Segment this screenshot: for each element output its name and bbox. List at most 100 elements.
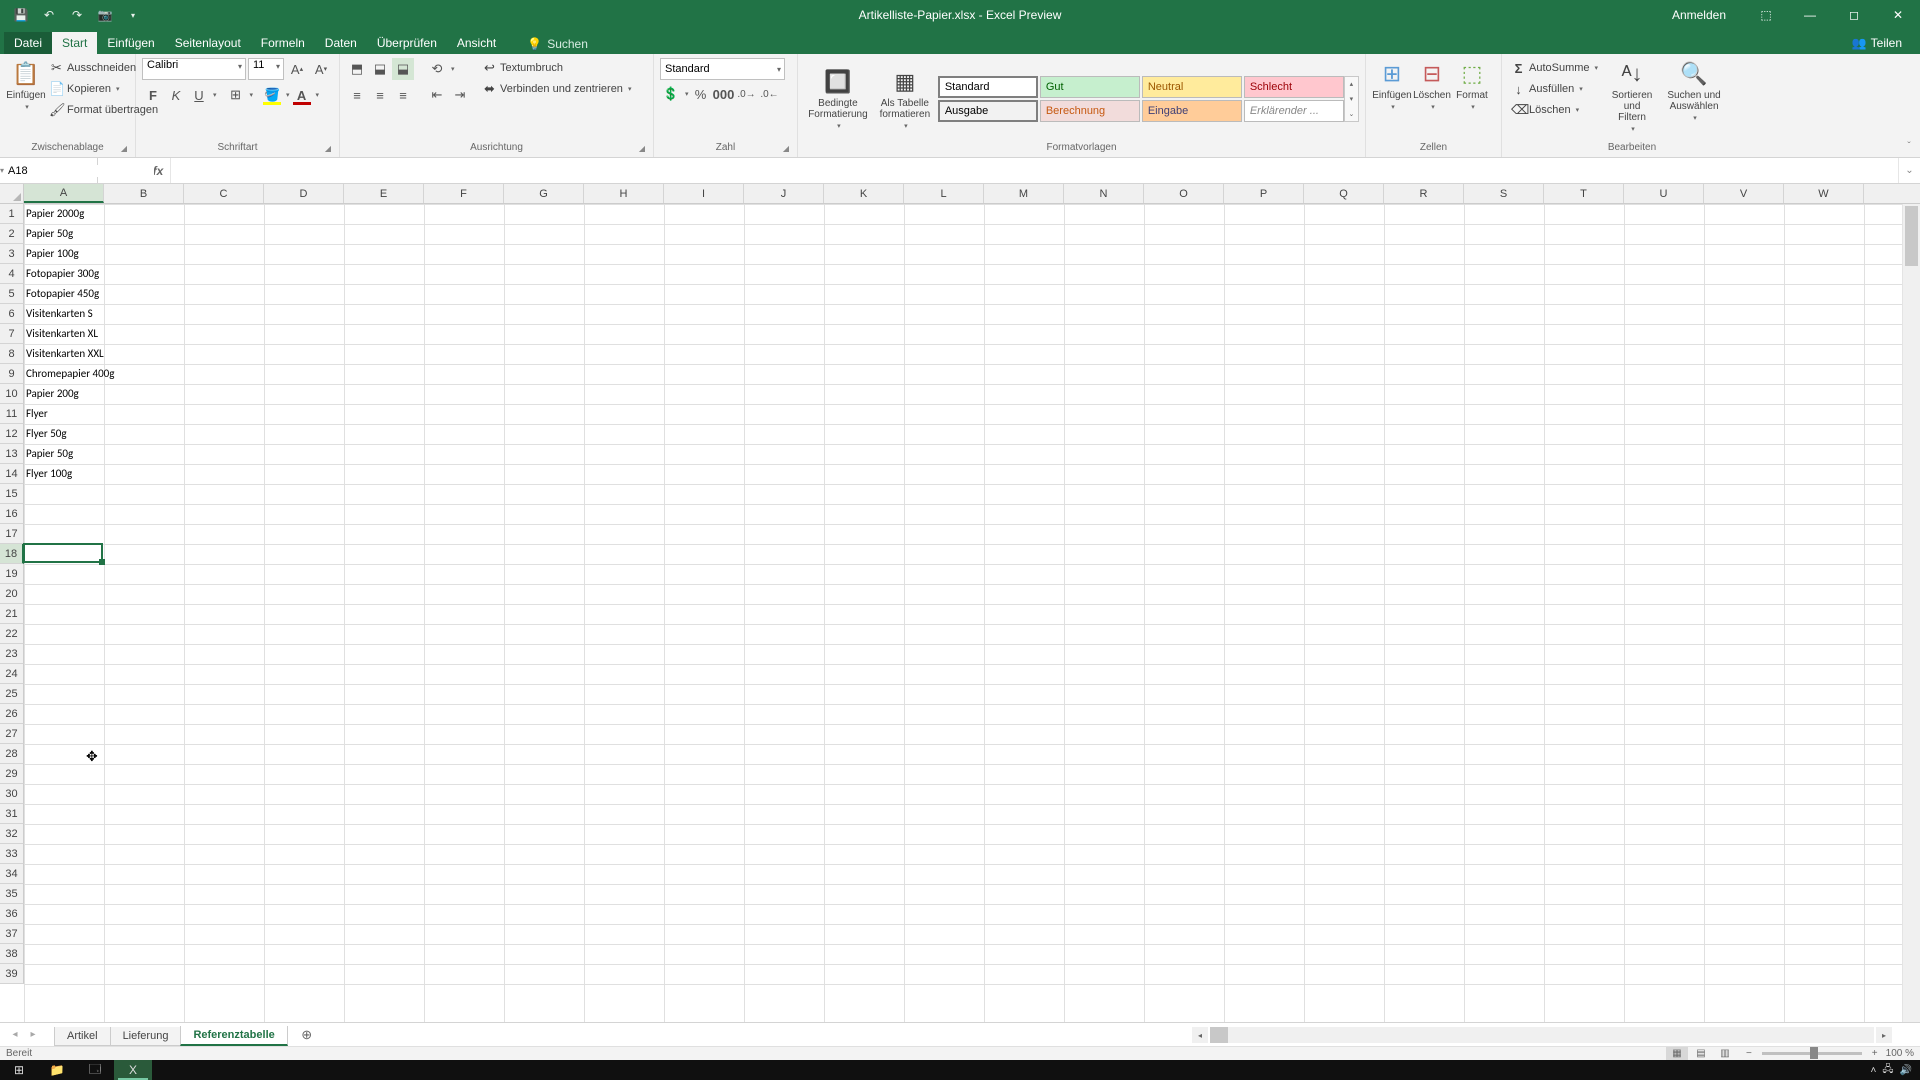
find-select-button[interactable]: 🔍Suchen und Auswählen▾ (1663, 58, 1725, 124)
row-header[interactable]: 3 (0, 244, 24, 264)
style-berechnung[interactable]: Berechnung (1040, 100, 1140, 122)
qat-dropdown-icon[interactable]: ▾ (122, 4, 144, 26)
scrollbar-thumb[interactable] (1905, 206, 1918, 266)
accounting-icon[interactable]: 💲 (660, 83, 682, 105)
row-header[interactable]: 24 (0, 664, 24, 684)
ribbon-display-icon[interactable]: ⬚ (1744, 0, 1788, 30)
align-right-icon[interactable]: ≡ (392, 84, 414, 106)
share-button[interactable]: 👥 Teilen (1842, 32, 1912, 54)
decrease-font-icon[interactable]: A▾ (310, 58, 332, 80)
fill-color-icon[interactable]: 🪣 (261, 84, 283, 106)
column-header[interactable]: C (184, 184, 264, 203)
row-header[interactable]: 2 (0, 224, 24, 244)
font-dialog-icon[interactable]: ◢ (325, 144, 331, 153)
merge-center-button[interactable]: ⬌Verbinden und zentrieren▾ (479, 79, 634, 99)
column-header[interactable]: Q (1304, 184, 1384, 203)
conditional-formatting-button[interactable]: 🔲Bedingte Formatierung▾ (804, 66, 872, 132)
row-header[interactable]: 35 (0, 884, 24, 904)
row-header[interactable]: 9 (0, 364, 24, 384)
row-header[interactable]: 17 (0, 524, 24, 544)
row-header[interactable]: 28 (0, 744, 24, 764)
formula-input[interactable] (171, 158, 1898, 183)
column-header[interactable]: T (1544, 184, 1624, 203)
row-header[interactable]: 29 (0, 764, 24, 784)
orientation-icon[interactable]: ⟲ (426, 58, 448, 80)
signin-button[interactable]: Anmelden (1672, 8, 1726, 22)
tab-view[interactable]: Ansicht (447, 32, 506, 54)
column-header[interactable]: A (24, 184, 104, 203)
row-header[interactable]: 6 (0, 304, 24, 324)
zoom-out-icon[interactable]: − (1746, 1048, 1752, 1059)
excel-taskbar-icon[interactable]: X (114, 1060, 152, 1080)
sheet-tab-lieferung[interactable]: Lieferung (110, 1027, 182, 1046)
column-header[interactable]: S (1464, 184, 1544, 203)
column-header[interactable]: J (744, 184, 824, 203)
column-header[interactable]: R (1384, 184, 1464, 203)
row-header[interactable]: 10 (0, 384, 24, 404)
style-erklaerender[interactable]: Erklärender ... (1244, 100, 1344, 122)
sheet-tab-referenztabelle[interactable]: Referenztabelle (180, 1026, 287, 1046)
row-header[interactable]: 16 (0, 504, 24, 524)
row-header[interactable]: 37 (0, 924, 24, 944)
column-header[interactable]: N (1064, 184, 1144, 203)
format-cells-button[interactable]: ⬚Format▾ (1452, 58, 1492, 113)
style-ausgabe[interactable]: Ausgabe (938, 100, 1038, 122)
cell[interactable]: Papier 100g (24, 244, 81, 264)
save-icon[interactable]: 💾 (10, 4, 32, 26)
increase-font-icon[interactable]: A▴ (286, 58, 308, 80)
row-header[interactable]: 14 (0, 464, 24, 484)
bold-icon[interactable]: F (142, 84, 164, 106)
font-size-select[interactable]: 11 (248, 58, 284, 80)
delete-cells-button[interactable]: ⊟Löschen▾ (1412, 58, 1452, 113)
cell[interactable]: Visitenkarten S (24, 304, 95, 324)
sort-filter-button[interactable]: ᴬ↓Sortieren und Filtern▾ (1601, 58, 1663, 135)
cell[interactable]: Fotopapier 300g (24, 264, 101, 284)
row-header[interactable]: 30 (0, 784, 24, 804)
decrease-decimal-icon[interactable]: .0← (759, 83, 781, 105)
zoom-level[interactable]: 100 % (1886, 1048, 1914, 1059)
page-break-view-icon[interactable]: ▥ (1714, 1047, 1736, 1061)
format-as-table-button[interactable]: ▦Als Tabelle formatieren▾ (872, 66, 938, 132)
row-header[interactable]: 8 (0, 344, 24, 364)
tab-formulas[interactable]: Formeln (251, 32, 315, 54)
horizontal-scrollbar[interactable]: ◂ ▸ (1192, 1027, 1892, 1043)
normal-view-icon[interactable]: ▦ (1666, 1047, 1688, 1061)
column-header[interactable]: F (424, 184, 504, 203)
column-header[interactable]: B (104, 184, 184, 203)
cell[interactable]: Papier 2000g (24, 204, 86, 224)
cell[interactable]: Papier 200g (24, 384, 81, 404)
row-header[interactable]: 27 (0, 724, 24, 744)
vertical-scrollbar[interactable] (1902, 204, 1920, 1022)
increase-indent-icon[interactable]: ⇥ (449, 84, 471, 106)
tab-review[interactable]: Überprüfen (367, 32, 447, 54)
column-header[interactable]: V (1704, 184, 1784, 203)
align-top-icon[interactable]: ⬒ (346, 58, 368, 80)
column-header[interactable]: L (904, 184, 984, 203)
row-header[interactable]: 18 (0, 544, 24, 564)
row-header[interactable]: 31 (0, 804, 24, 824)
align-left-icon[interactable]: ≡ (346, 84, 368, 106)
row-header[interactable]: 39 (0, 964, 24, 984)
column-header[interactable]: U (1624, 184, 1704, 203)
tray-sound-icon[interactable]: 🔊 (1900, 1065, 1912, 1076)
zoom-slider[interactable] (1762, 1052, 1862, 1055)
hscroll-right-icon[interactable]: ▸ (1876, 1027, 1892, 1043)
spreadsheet-grid[interactable]: ABCDEFGHIJKLMNOPQRSTUVW 1234567891011121… (0, 184, 1920, 1022)
redo-icon[interactable]: ↷ (66, 4, 88, 26)
font-color-icon[interactable]: A (291, 84, 313, 106)
style-gut[interactable]: Gut (1040, 76, 1140, 98)
expand-formula-icon[interactable]: ⌄ (1898, 158, 1920, 183)
row-header[interactable]: 1 (0, 204, 24, 224)
sheet-nav-last-icon[interactable]: ▸ (26, 1029, 40, 1040)
percent-icon[interactable]: % (690, 83, 712, 105)
select-all-corner[interactable] (0, 184, 24, 203)
sheet-tab-artikel[interactable]: Artikel (54, 1027, 111, 1046)
decrease-indent-icon[interactable]: ⇤ (426, 84, 448, 106)
row-header[interactable]: 34 (0, 864, 24, 884)
maximize-icon[interactable]: ◻ (1832, 0, 1876, 30)
style-eingabe[interactable]: Eingabe (1142, 100, 1242, 122)
row-header[interactable]: 15 (0, 484, 24, 504)
cell[interactable]: Flyer (24, 404, 50, 424)
undo-icon[interactable]: ↶ (38, 4, 60, 26)
row-header[interactable]: 23 (0, 644, 24, 664)
